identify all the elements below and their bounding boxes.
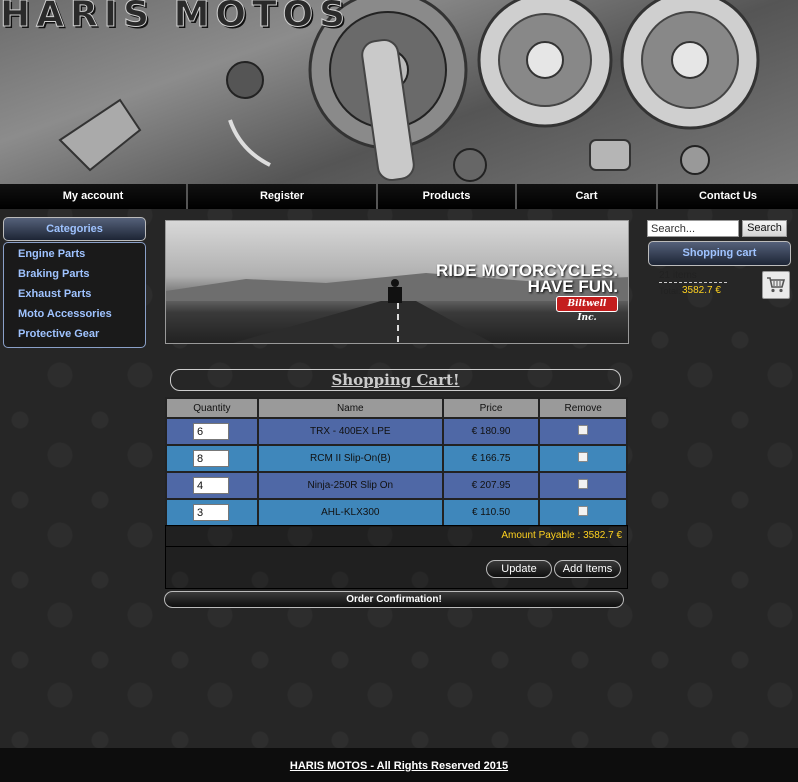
table-row: TRX - 400EX LPE € 180.90 [165, 417, 628, 446]
quantity-input[interactable] [193, 477, 229, 494]
promo-banner[interactable]: RIDE MOTORCYCLES. HAVE FUN. Biltwell Inc… [165, 220, 629, 344]
cart-table: Quantity Name Price Remove TRX - 400EX L… [165, 397, 628, 527]
remove-checkbox[interactable] [578, 425, 589, 435]
order-confirmation-button[interactable]: Order Confirmation! [164, 591, 624, 608]
add-items-button[interactable]: Add Items [554, 560, 621, 578]
category-protective-gear[interactable]: Protective Gear [4, 325, 145, 345]
remove-checkbox[interactable] [578, 452, 589, 462]
categories-header: Categories [3, 217, 146, 241]
mini-cart-total-label: Total: [659, 286, 681, 296]
column-price: Price [441, 397, 541, 419]
nav-register[interactable]: Register [188, 184, 378, 209]
update-button[interactable]: Update [486, 560, 552, 578]
mini-cart-total-value: 3582.7 € [682, 285, 721, 296]
product-price: € 110.50 [441, 498, 541, 527]
remove-cell [538, 498, 628, 527]
nav-contact-us[interactable]: Contact Us [658, 184, 798, 209]
categories-list: Engine Parts Braking Parts Exhaust Parts… [3, 242, 146, 348]
table-row: AHL-KLX300 € 110.50 [165, 498, 628, 527]
product-price: € 207.95 [441, 471, 541, 500]
search-button[interactable]: Search [742, 220, 787, 237]
category-braking-parts[interactable]: Braking Parts [4, 265, 145, 285]
remove-cell [538, 444, 628, 473]
cart-icon[interactable] [762, 271, 790, 299]
search-input[interactable] [647, 220, 739, 237]
product-name: AHL-KLX300 [256, 498, 444, 527]
table-row: Ninja-250R Slip On € 207.95 [165, 471, 628, 500]
table-row: RCM II Slip-On(B) € 166.75 [165, 444, 628, 473]
mini-cart-header: Shopping cart [648, 241, 791, 266]
page-footer: HARIS MOTOS - All Rights Reserved 2015 [0, 748, 798, 782]
brand-badge: Biltwell Inc. [556, 296, 618, 323]
remove-cell [538, 417, 628, 446]
footer-copyright-link[interactable]: HARIS MOTOS - All Rights Reserved 2015 [290, 760, 508, 772]
table-header-row: Quantity Name Price Remove [165, 397, 628, 419]
category-engine-parts[interactable]: Engine Parts [4, 245, 145, 265]
quantity-input[interactable] [193, 504, 229, 521]
quantity-input[interactable] [193, 450, 229, 467]
remove-checkbox[interactable] [578, 506, 589, 516]
nav-products[interactable]: Products [378, 184, 517, 209]
column-remove: Remove [538, 397, 628, 419]
quantity-cell [165, 417, 259, 446]
remove-cell [538, 471, 628, 500]
column-name: Name [256, 397, 444, 419]
remove-checkbox[interactable] [578, 479, 589, 489]
product-name: TRX - 400EX LPE [256, 417, 444, 446]
amount-payable: Amount Payable : 3582.7 € [501, 530, 622, 541]
category-exhaust-parts[interactable]: Exhaust Parts [4, 285, 145, 305]
quantity-cell [165, 444, 259, 473]
quantity-cell [165, 498, 259, 527]
product-name: Ninja-250R Slip On [256, 471, 444, 500]
cart-title-text: Shopping Cart! [331, 371, 460, 389]
quantity-input[interactable] [193, 423, 229, 440]
product-name: RCM II Slip-On(B) [256, 444, 444, 473]
header-banner: HARIS MOTOS [0, 0, 798, 184]
shopping-cart-icon [767, 277, 786, 293]
column-quantity: Quantity [165, 397, 259, 419]
cart-title: Shopping Cart! [170, 369, 621, 391]
nav-my-account[interactable]: My account [0, 184, 188, 209]
quantity-cell [165, 471, 259, 500]
product-price: € 166.75 [441, 444, 541, 473]
category-moto-accessories[interactable]: Moto Accessories [4, 305, 145, 325]
site-logo[interactable]: HARIS MOTOS [0, 0, 351, 36]
divider [165, 546, 628, 547]
promo-headline-2: HAVE FUN. [527, 277, 618, 296]
main-nav: My account Register Products Cart Contac… [0, 184, 798, 209]
nav-cart[interactable]: Cart [517, 184, 658, 209]
product-price: € 180.90 [441, 417, 541, 446]
mini-cart-item-count: 21 items [659, 270, 727, 283]
